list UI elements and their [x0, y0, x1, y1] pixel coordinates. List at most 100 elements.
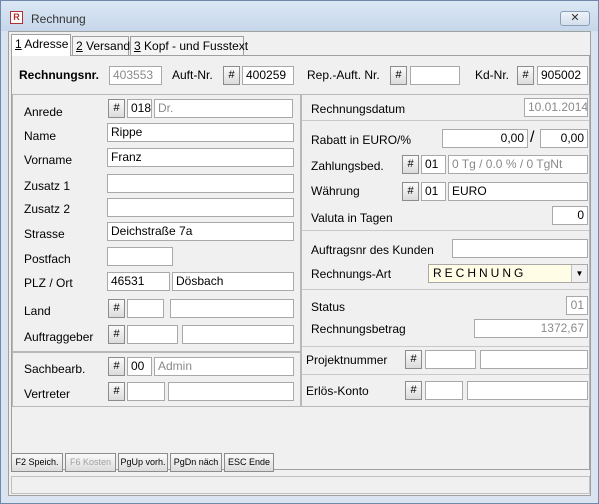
save-button[interactable]: F2 Speich.	[11, 453, 63, 472]
sachbearb-lookup-button[interactable]: #	[108, 357, 125, 376]
tab-panel-adresse: Rechnungsnr. 403553 Auft-Nr. # 400259 Re…	[11, 55, 590, 470]
zahlungsbed-lookup-button[interactable]: #	[402, 155, 419, 174]
anrede-label: Anrede	[24, 105, 63, 119]
vertreter-text-field[interactable]	[168, 382, 294, 401]
separator	[302, 230, 589, 231]
auftraggeber-lookup-button[interactable]: #	[108, 325, 125, 344]
rabatt-label: Rabatt in EURO/%	[311, 133, 412, 147]
rabatt-percent-field[interactable]: 0,00	[540, 129, 588, 148]
anrede-lookup-button[interactable]: #	[108, 99, 125, 118]
exit-button[interactable]: ESC Ende	[224, 453, 274, 472]
repauftnr-label: Rep.-Auft. Nr.	[307, 68, 380, 82]
land-code-field[interactable]	[127, 299, 164, 318]
rechnungsbetrag-label: Rechnungsbetrag	[311, 322, 406, 336]
status-bar	[11, 476, 590, 494]
sachbearb-text-field[interactable]: Admin	[154, 357, 294, 376]
zusatz2-field[interactable]	[107, 198, 294, 217]
anrede-text-field[interactable]: Dr.	[154, 99, 293, 118]
erloes-konto-lookup-button[interactable]: #	[405, 381, 422, 400]
close-button[interactable]: ✕	[560, 11, 590, 26]
rechnungsbetrag-field[interactable]: 1372,67	[474, 319, 588, 338]
zahlungsbed-text-field[interactable]: 0 Tg / 0.0 % / 0 TgNt	[448, 155, 588, 174]
valuta-field[interactable]: 0	[552, 206, 588, 225]
client-area: 1 Adresse 2 Versand 3 Kopf - und Fusstex…	[8, 31, 591, 496]
status-field[interactable]: 01	[566, 296, 588, 315]
kdnr-field[interactable]: 905002	[537, 66, 588, 85]
rechnungsart-select[interactable]: RECHNUNG ▼	[428, 264, 588, 283]
strasse-label: Strasse	[24, 227, 65, 241]
chevron-down-icon[interactable]: ▼	[571, 265, 587, 282]
plz-ort-label: PLZ / Ort	[24, 276, 73, 290]
zusatz1-field[interactable]	[107, 174, 294, 193]
invoice-app-icon: R	[10, 11, 23, 24]
repauftnr-field[interactable]	[410, 66, 460, 85]
invoice-window: R Rechnung ✕ 1 Adresse 2 Versand 3 Kopf …	[0, 0, 599, 504]
strasse-field[interactable]: Deichstraße 7a	[107, 222, 294, 241]
auftrnr-field[interactable]: 400259	[242, 66, 294, 85]
costs-button[interactable]: F6 Kosten	[65, 453, 116, 472]
erloes-konto-text-field[interactable]	[467, 381, 588, 400]
waehrung-text-field[interactable]: EURO	[448, 182, 588, 201]
valuta-label: Valuta in Tagen	[311, 211, 393, 225]
rabatt-euro-field[interactable]: 0,00	[442, 129, 528, 148]
title-bar: R Rechnung ✕	[1, 1, 598, 31]
zusatz1-label: Zusatz 1	[24, 179, 71, 193]
auftrnr-label: Auft-Nr.	[172, 68, 213, 82]
separator	[302, 374, 589, 375]
vertreter-code-field[interactable]	[127, 382, 165, 401]
separator	[302, 120, 589, 121]
plz-field[interactable]: 46531	[107, 272, 170, 291]
auftraggeber-text-field[interactable]	[182, 325, 294, 344]
waehrung-label: Währung	[311, 184, 360, 198]
waehrung-code-field[interactable]: 01	[421, 182, 446, 201]
name-field[interactable]: Rippe	[107, 123, 294, 142]
auftragsnr-kunde-field[interactable]	[452, 239, 588, 258]
rechnungsdatum-field[interactable]: 10.01.2014	[524, 98, 588, 117]
sachbearb-label: Sachbearb.	[24, 362, 86, 376]
projektnummer-lookup-button[interactable]: #	[405, 350, 422, 369]
rechnungsnr-field[interactable]: 403553	[109, 66, 162, 85]
rechnungsart-label: Rechnungs-Art	[311, 267, 392, 281]
land-lookup-button[interactable]: #	[108, 299, 125, 318]
zusatz2-label: Zusatz 2	[24, 202, 71, 216]
projektnummer-code-field[interactable]	[425, 350, 476, 369]
vertreter-label: Vertreter	[24, 387, 71, 401]
kdnr-label: Kd-Nr.	[475, 68, 510, 82]
status-label: Status	[311, 300, 346, 314]
tab-adresse[interactable]: 1 Adresse	[11, 34, 71, 56]
rechnungsnr-label: Rechnungsnr.	[19, 68, 100, 82]
repauftnr-lookup-button[interactable]: #	[390, 66, 407, 85]
vorname-field[interactable]: Franz	[107, 148, 294, 167]
zahlungsbed-label: Zahlungsbed.	[311, 159, 384, 173]
auftraggeber-label: Auftraggeber	[24, 330, 94, 344]
zahlungsbed-code-field[interactable]: 01	[421, 155, 446, 174]
previous-button[interactable]: PgUp vorh.	[118, 453, 168, 472]
projektnummer-text-field[interactable]	[480, 350, 588, 369]
tab-versand[interactable]: 2 Versand	[72, 36, 130, 56]
auftrnr-lookup-button[interactable]: #	[223, 66, 240, 85]
erloes-konto-code-field[interactable]	[425, 381, 463, 400]
postfach-label: Postfach	[24, 252, 71, 266]
rechnungsdatum-label: Rechnungsdatum	[311, 102, 406, 116]
waehrung-lookup-button[interactable]: #	[402, 182, 419, 201]
auftraggeber-code-field[interactable]	[127, 325, 178, 344]
auftragsnr-kunde-label: Auftragsnr des Kunden	[311, 243, 434, 257]
name-label: Name	[24, 129, 57, 143]
next-button[interactable]: PgDn näch	[170, 453, 222, 472]
land-label: Land	[24, 304, 51, 318]
tab-kopf-fusstext[interactable]: 3 Kopf - und Fusstext	[130, 36, 248, 56]
separator	[302, 346, 589, 347]
rabatt-slash: /	[530, 129, 535, 146]
vorname-label: Vorname	[24, 153, 73, 167]
postfach-field[interactable]	[107, 247, 173, 266]
window-title: Rechnung	[31, 12, 86, 26]
sachbearb-code-field[interactable]: 00	[127, 357, 152, 376]
vertreter-lookup-button[interactable]: #	[108, 382, 125, 401]
erloes-konto-label: Erlös-Konto	[306, 384, 369, 398]
projektnummer-label: Projektnummer	[306, 353, 388, 367]
separator	[302, 289, 589, 290]
kdnr-lookup-button[interactable]: #	[517, 66, 534, 85]
land-text-field[interactable]	[170, 299, 294, 318]
anrede-code-field[interactable]: 018	[127, 99, 152, 118]
ort-field[interactable]: Dösbach	[172, 272, 294, 291]
